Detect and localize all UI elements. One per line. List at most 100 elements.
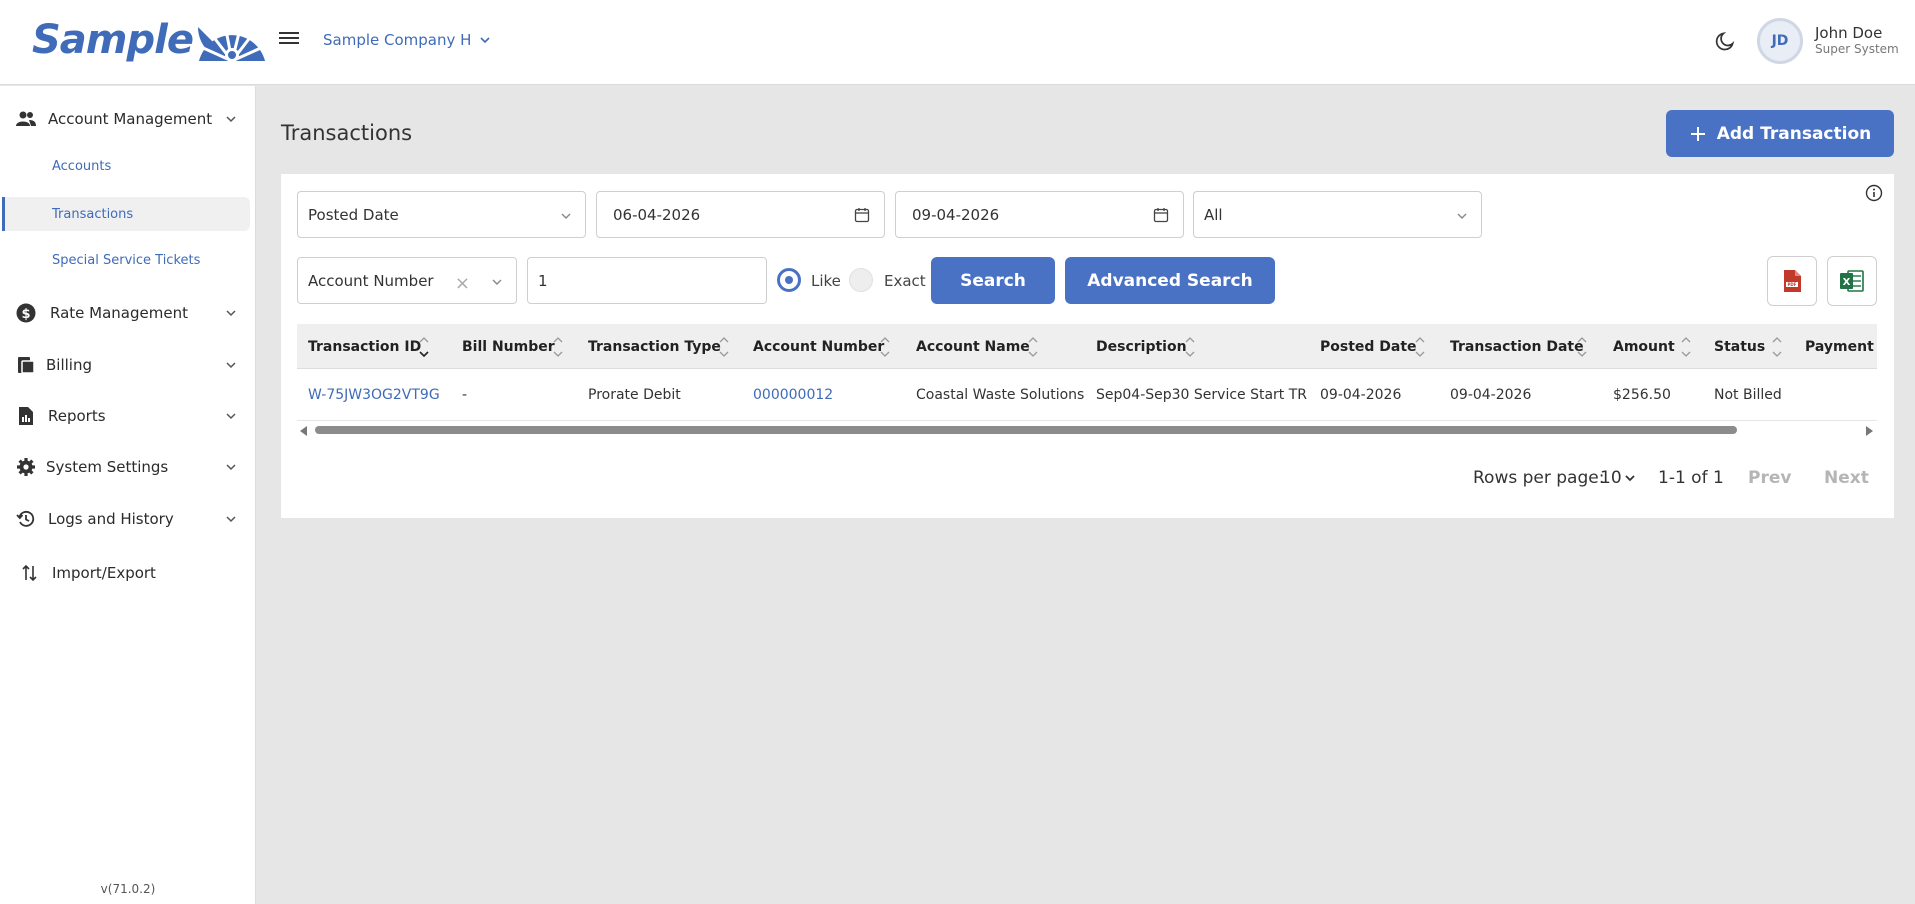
column-header-label: Description: [1096, 338, 1187, 355]
excel-file-icon: X: [1840, 270, 1864, 292]
advanced-search-button[interactable]: Advanced Search: [1065, 257, 1275, 304]
search-button[interactable]: Search: [931, 257, 1055, 304]
column-header-account-number[interactable]: Account Number: [753, 324, 884, 369]
column-header-transaction-id[interactable]: Transaction ID: [308, 324, 421, 369]
calendar-icon[interactable]: [854, 207, 870, 223]
sidebar-item-logs-and-history[interactable]: Logs and History: [0, 504, 256, 534]
sort-icon[interactable]: [1414, 334, 1426, 360]
cell-transaction-id[interactable]: W-75JW3OG2VT9G: [308, 369, 440, 421]
sidebar-item-reports[interactable]: Reports: [0, 401, 256, 431]
search-field-value: Account Number: [308, 271, 434, 290]
dollar-circle-icon: $: [16, 303, 36, 323]
sort-icon[interactable]: [418, 334, 430, 360]
sort-icon[interactable]: [718, 334, 730, 360]
user-name: John Doe: [1815, 24, 1883, 42]
column-header-label: Transaction Type: [588, 338, 721, 355]
horizontal-scrollbar[interactable]: [297, 423, 1877, 436]
start-date-picker[interactable]: 06-04-2026: [596, 191, 885, 238]
export-pdf-button[interactable]: PDF: [1767, 256, 1817, 306]
scroll-left-arrow-icon[interactable]: [300, 426, 307, 436]
sidebar-subitem-label: Transactions: [52, 206, 134, 222]
like-radio[interactable]: [777, 268, 801, 292]
status-select[interactable]: All: [1193, 191, 1482, 238]
sidebar-item-import-export[interactable]: Import/Export: [0, 558, 256, 588]
transactions-table: Transaction ID Bill Number Transaction T…: [297, 324, 1877, 436]
history-icon: [16, 509, 36, 529]
sort-icon[interactable]: [879, 334, 891, 360]
sidebar-item-rate-management[interactable]: $ Rate Management: [0, 298, 256, 328]
sort-icon[interactable]: [552, 334, 564, 360]
sidebar-subitem-transactions[interactable]: Transactions: [2, 197, 250, 231]
column-header-bill-number[interactable]: Bill Number: [462, 324, 555, 369]
sidebar-subitem-special-service-tickets[interactable]: Special Service Tickets: [2, 243, 250, 277]
import-export-arrows-icon: [20, 563, 40, 583]
column-header-status[interactable]: Status: [1714, 324, 1765, 369]
sort-icon[interactable]: [1576, 334, 1588, 360]
scrollbar-thumb[interactable]: [315, 426, 1737, 434]
column-header-description[interactable]: Description: [1096, 324, 1187, 369]
rows-per-page-value: 10: [1600, 468, 1622, 488]
clear-icon[interactable]: ×: [455, 273, 470, 294]
svg-text:PDF: PDF: [1788, 282, 1797, 287]
column-header-transaction-date[interactable]: Transaction Date: [1450, 324, 1584, 369]
next-page-button[interactable]: Next: [1824, 468, 1869, 488]
add-transaction-button[interactable]: Add Transaction: [1666, 110, 1894, 157]
date-type-value: Posted Date: [308, 205, 399, 224]
plus-icon: [1690, 126, 1705, 141]
column-header-transaction-type[interactable]: Transaction Type: [588, 324, 721, 369]
exact-radio[interactable]: [849, 268, 873, 292]
sidebar-item-label: Logs and History: [48, 510, 174, 528]
cell-status: Not Billed: [1714, 387, 1782, 403]
prev-page-button[interactable]: Prev: [1748, 468, 1791, 488]
search-input[interactable]: 1: [527, 257, 767, 304]
sidebar-item-label: Import/Export: [52, 564, 156, 582]
column-header-amount[interactable]: Amount: [1613, 324, 1675, 369]
company-logo[interactable]: Sample: [32, 16, 269, 64]
column-header-label: Account Name: [916, 338, 1030, 355]
column-header-label: Bill Number: [462, 338, 555, 355]
chevron-down-icon: [226, 362, 236, 369]
rows-per-page-select[interactable]: 10: [1600, 468, 1636, 488]
info-icon[interactable]: [1865, 184, 1883, 202]
add-transaction-label: Add Transaction: [1716, 123, 1872, 144]
sidebar-item-label: Reports: [48, 407, 106, 425]
date-type-select[interactable]: Posted Date: [297, 191, 586, 238]
chevron-down-icon: [492, 279, 502, 285]
end-date-picker[interactable]: 09-04-2026: [895, 191, 1184, 238]
sort-icon[interactable]: [1771, 334, 1783, 360]
sort-icon[interactable]: [1184, 334, 1196, 360]
column-header-posted-date[interactable]: Posted Date: [1320, 324, 1417, 369]
scroll-right-arrow-icon[interactable]: [1866, 426, 1873, 436]
chevron-down-icon: [480, 37, 490, 44]
user-avatar[interactable]: JD: [1757, 18, 1803, 64]
search-field-select[interactable]: Account Number ×: [297, 257, 517, 304]
cell-transaction-date: 09-04-2026: [1450, 387, 1532, 403]
column-header-label: Transaction Date: [1450, 338, 1584, 355]
sidebar-item-label: Billing: [46, 356, 92, 374]
sidebar-item-label: Rate Management: [50, 304, 188, 322]
svg-text:$: $: [21, 307, 30, 322]
column-header-payment-status[interactable]: Payment S: [1805, 324, 1877, 369]
sidebar-item-system-settings[interactable]: System Settings: [0, 452, 256, 482]
sidebar-item-label: Account Management: [48, 110, 213, 128]
company-selector[interactable]: Sample Company H: [323, 31, 491, 49]
sidebar-item-billing[interactable]: Billing: [0, 350, 256, 380]
svg-text:X: X: [1843, 277, 1851, 288]
sort-icon[interactable]: [1680, 334, 1692, 360]
rows-per-page-label: Rows per page:: [1473, 468, 1605, 488]
sort-icon[interactable]: [1027, 334, 1039, 360]
calendar-icon[interactable]: [1153, 207, 1169, 223]
chevron-down-icon: [226, 310, 236, 317]
column-header-account-name[interactable]: Account Name: [916, 324, 1030, 369]
sidebar: Account Management Accounts Transactions…: [0, 86, 256, 904]
export-excel-button[interactable]: X: [1827, 256, 1877, 306]
sidebar-subitem-accounts[interactable]: Accounts: [2, 149, 250, 183]
cell-account-number[interactable]: 000000012: [753, 369, 833, 421]
column-header-label: Status: [1714, 338, 1766, 355]
sidebar-item-account-management[interactable]: Account Management: [0, 104, 256, 134]
table-row[interactable]: W-75JW3OG2VT9G - Prorate Debit 000000012…: [297, 369, 1877, 421]
sidebar-subitem-label: Accounts: [52, 158, 112, 174]
menu-toggle-icon[interactable]: [279, 29, 299, 49]
dark-mode-moon-icon[interactable]: [1712, 28, 1738, 54]
top-header: Sample Sample Company H JD John Doe Supe…: [0, 0, 1915, 85]
